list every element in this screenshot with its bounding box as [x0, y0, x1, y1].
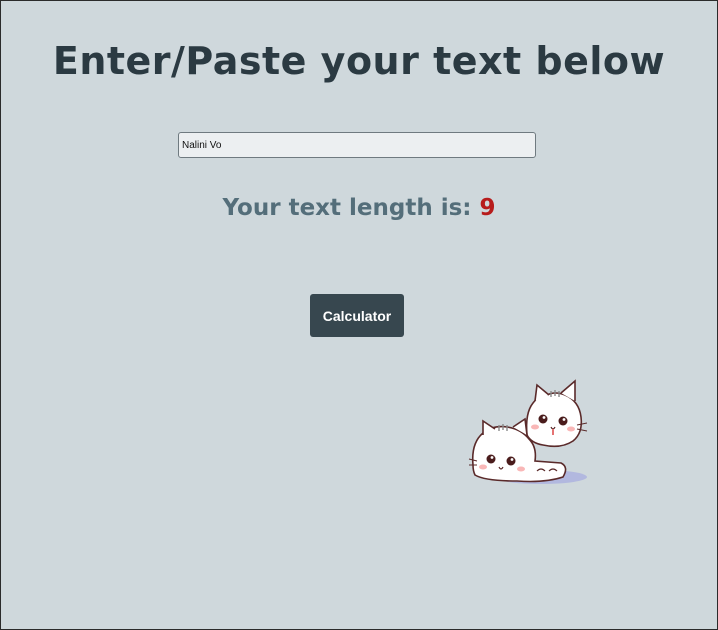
calculator-button[interactable]: Calculator: [310, 294, 404, 337]
app-page: Enter/Paste your text below Your text le…: [0, 0, 718, 630]
page-title: Enter/Paste your text below: [52, 39, 666, 83]
text-input[interactable]: [178, 132, 536, 158]
text-length-result: Your text length is: 9: [1, 195, 717, 221]
two-kittens-icon: [468, 379, 588, 484]
text-length-value: 9: [479, 195, 496, 221]
text-length-label: Your text length is:: [222, 195, 472, 221]
